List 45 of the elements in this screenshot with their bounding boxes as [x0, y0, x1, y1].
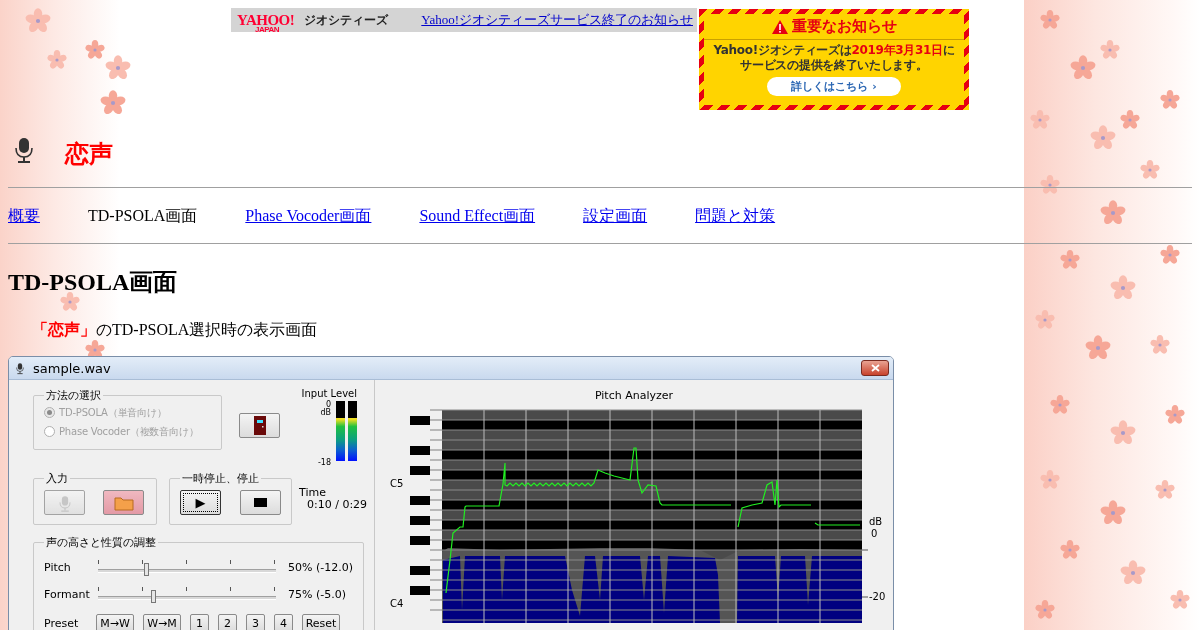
preset-button[interactable]: 1 — [190, 614, 209, 630]
group-label: 入力 — [45, 471, 69, 486]
preset-button[interactable]: 3 — [246, 614, 265, 630]
time-value: 0:10 / 0:29 — [307, 499, 368, 512]
time-label: Time — [299, 487, 327, 500]
preset-button[interactable]: 2 — [218, 614, 237, 630]
nav-link[interactable]: 問題と対策 — [695, 206, 776, 226]
site-title: 恋声 — [65, 139, 113, 170]
notice-title: 重要なお知らせ — [791, 17, 897, 36]
slider-value: 50% (-12.0) — [288, 561, 353, 574]
page-heading: TD-PSOLA画面 — [8, 268, 178, 296]
note-label: C4 — [390, 599, 404, 609]
slider-label: Pitch — [44, 561, 72, 574]
group-label: 一時停止、停止 — [181, 471, 260, 486]
notice-text: Yahoo!ジオシティーズは2019年3月31日に — [713, 43, 955, 58]
play-button[interactable]: ▶ — [180, 490, 221, 515]
slider-label: Formant — [44, 588, 91, 601]
nav-link[interactable]: Sound Effect画面 — [419, 206, 536, 226]
group-label: 方法の選択 — [45, 388, 102, 403]
meter-scale-label: -18 — [317, 459, 331, 467]
group-label: 声の高さと性質の調整 — [45, 535, 157, 550]
preset-button[interactable]: 4 — [274, 614, 293, 630]
analyzer-title: Pitch Analyzer — [594, 389, 674, 402]
meter-unit: dB — [320, 409, 331, 417]
preset-button[interactable]: Reset — [302, 614, 340, 630]
meter-label: Input Level — [301, 388, 357, 399]
details-button[interactable]: 詳しくはこちら › — [767, 77, 901, 96]
intro-text: 「恋声」のTD-PSOLA選択時の表示画面 — [32, 320, 318, 340]
axis-tick-label: -20 — [869, 592, 886, 602]
nav-link[interactable]: TD-PSOLA画面 — [88, 206, 198, 226]
axis-unit: dB — [869, 517, 883, 527]
axis-tick-label: 0 — [871, 529, 878, 539]
preset-label: Preset — [44, 616, 80, 630]
service-name: ジオシティーズ — [304, 11, 389, 29]
notice-text: サービスの提供を終了いたします。 — [740, 58, 928, 73]
announcement-link[interactable]: Yahoo!ジオシティーズサービス終了のお知らせ — [421, 11, 693, 29]
note-label: C5 — [390, 479, 404, 489]
window-title: sample.wav — [33, 360, 111, 376]
nav-link[interactable]: Phase Vocoder画面 — [245, 206, 372, 226]
meter-scale-label: 0 — [325, 401, 331, 409]
preset-button[interactable]: W→M — [143, 614, 181, 630]
slider-value: 75% (-5.0) — [288, 588, 346, 601]
preset-button[interactable]: M→W — [96, 614, 134, 630]
nav-link[interactable]: 概要 — [8, 206, 40, 226]
nav-link[interactable]: 設定画面 — [583, 206, 648, 226]
